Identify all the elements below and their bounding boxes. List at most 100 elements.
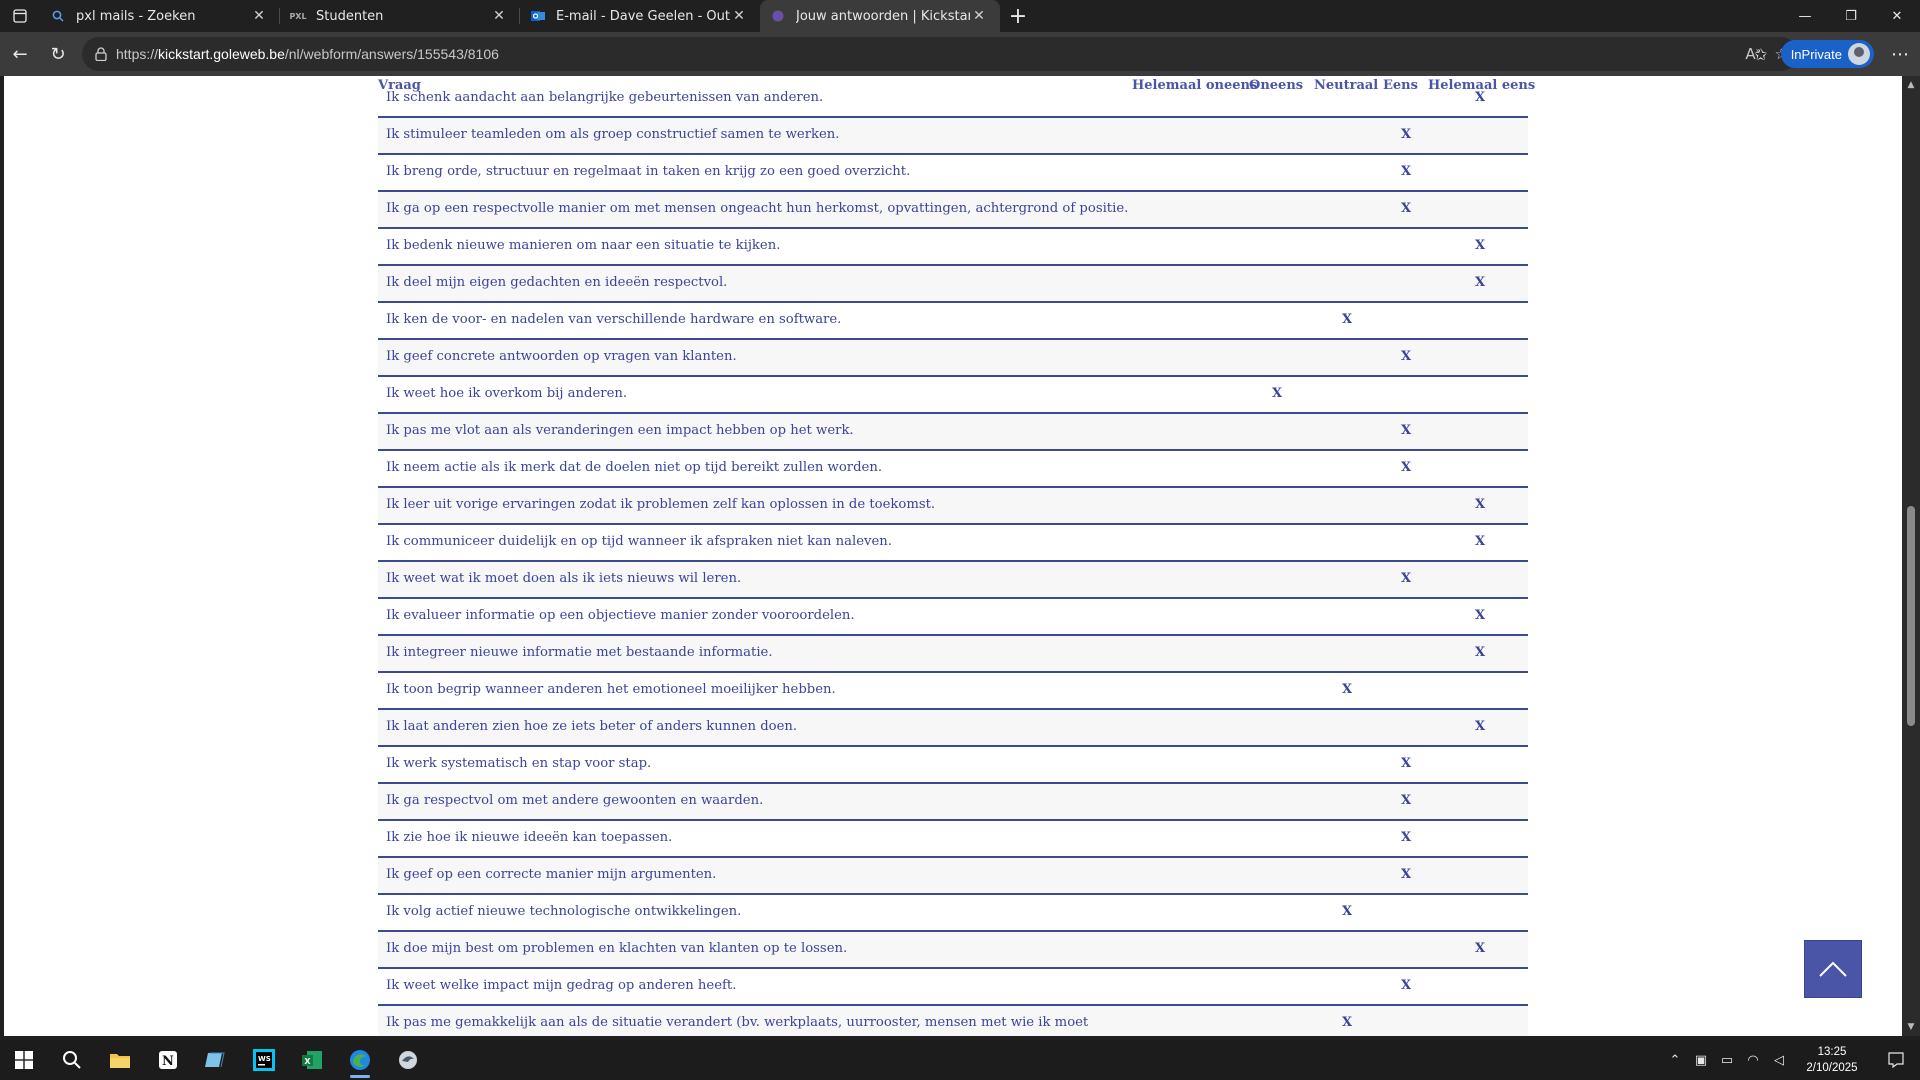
svg-text:X: X (304, 1057, 311, 1066)
table-row: Ik evalueer informatie op een objectieve… (378, 599, 1528, 636)
tab-title: Jouw antwoorden | Kickstart - Len (796, 8, 970, 24)
tab-pxl-mails[interactable]: pxl mails - Zoeken ✕ (40, 0, 280, 32)
table-row: Ik geef concrete antwoorden op vragen va… (378, 340, 1528, 377)
favorites-icon: ✩ (1753, 44, 1768, 64)
tab-actions-button[interactable] (0, 0, 40, 32)
tab-outlook[interactable]: E-mail - Dave Geelen - Outlook ✕ (520, 0, 760, 32)
table-row: Ik ga op een respectvolle manier om met … (378, 192, 1528, 229)
tab-studenten[interactable]: PXL Studenten ✕ (280, 0, 520, 32)
outlook-icon (530, 8, 546, 24)
notion-button[interactable]: N (144, 1040, 192, 1080)
more-menu-button[interactable]: ⋯ (1880, 32, 1920, 76)
url-text: https://kickstart.goleweb.be/nl/webform/… (116, 46, 499, 62)
scroll-down-icon[interactable]: ▼ (1902, 1020, 1920, 1034)
tab-actions-icon (13, 9, 27, 23)
scroll-up-icon[interactable]: ▲ (1902, 78, 1920, 92)
file-explorer-button[interactable] (96, 1040, 144, 1080)
tab-title: pxl mails - Zoeken (76, 8, 196, 24)
table-row: Ik ga respectvol om met andere gewoonten… (378, 784, 1528, 821)
close-tab-icon[interactable]: ✕ (490, 7, 508, 25)
meet-icon[interactable]: ▣ (1688, 1040, 1714, 1080)
answer-mark-helemaal-eens: X (1474, 534, 1486, 549)
question-text: Ik bedenk nieuwe manieren om naar een si… (386, 238, 781, 253)
table-row: Ik pas me gemakkelijk aan als de situati… (378, 1006, 1528, 1036)
clock[interactable]: 13:25 2/10/2025 (1792, 1044, 1872, 1076)
address-bar[interactable]: https://kickstart.goleweb.be/nl/webform/… (82, 37, 1798, 71)
chevron-up-icon[interactable]: ⌃ (1662, 1040, 1688, 1080)
folder-icon (110, 1054, 130, 1068)
window-controls: — ❐ ✕ (1782, 0, 1920, 32)
table-row: Ik weet wat ik moet doen als ik iets nie… (378, 562, 1528, 599)
question-text: Ik doe mijn best om problemen en klachte… (386, 941, 848, 956)
question-text: Ik ga respectvol om met andere gewoonten… (386, 793, 764, 808)
dictation-app-button[interactable] (192, 1040, 240, 1080)
excel-icon: X (302, 1051, 322, 1069)
table-row: Ik ken de voor- en nadelen van verschill… (378, 303, 1528, 340)
edge-button[interactable] (336, 1040, 384, 1080)
lock-icon[interactable] (86, 47, 116, 61)
table-row: Ik geef op een correcte manier mijn argu… (378, 858, 1528, 895)
answer-mark-helemaal-eens: X (1474, 275, 1486, 290)
minimize-button[interactable]: — (1782, 0, 1828, 32)
avatar-icon (1848, 43, 1870, 65)
table-row: Ik neem actie als ik merk dat de doelen … (378, 451, 1528, 488)
table-row: Ik pas me vlot aan als veranderingen een… (378, 414, 1528, 451)
answer-mark-neutraal: X (1341, 1015, 1353, 1030)
answer-mark-neutraal: X (1341, 682, 1353, 697)
close-tab-icon[interactable]: ✕ (730, 7, 748, 25)
pinned-app-button[interactable] (384, 1040, 432, 1080)
wifi-icon[interactable]: ◠ (1740, 1040, 1766, 1080)
answer-mark-neutraal: X (1341, 312, 1353, 327)
vertical-scrollbar[interactable]: ▲ ▼ (1902, 76, 1920, 1036)
browser-toolbar: ← ↻ https://kickstart.goleweb.be/nl/webf… (0, 32, 1920, 76)
back-button[interactable]: ← (2, 36, 38, 72)
restore-button[interactable]: ❐ (1828, 0, 1874, 32)
question-text: Ik toon begrip wanneer anderen het emoti… (386, 682, 836, 697)
close-tab-icon[interactable]: ✕ (250, 7, 268, 25)
question-text: Ik volg actief nieuwe technologische ont… (386, 904, 742, 919)
notepad-icon (205, 1052, 225, 1068)
notification-icon (1888, 1052, 1904, 1068)
table-row: Ik integreer nieuwe informatie met besta… (378, 636, 1528, 673)
refresh-button[interactable]: ↻ (40, 36, 76, 72)
table-row: Ik toon begrip wanneer anderen het emoti… (378, 673, 1528, 710)
answer-mark-helemaal-eens: X (1474, 608, 1486, 623)
notifications-button[interactable] (1872, 1040, 1920, 1080)
question-text: Ik communiceer duidelijk en op tijd wann… (386, 534, 892, 549)
table-row: Ik leer uit vorige ervaringen zodat ik p… (378, 488, 1528, 525)
answer-mark-eens: X (1400, 349, 1412, 364)
answer-mark-eens: X (1400, 571, 1412, 586)
speaker-icon[interactable]: ◁ (1766, 1040, 1792, 1080)
page-viewport: Ik schenk aandacht aan belangrijke gebeu… (4, 76, 1902, 1036)
header-helemaal-oneens: Helemaal oneens (1132, 78, 1258, 93)
system-tray: ⌃ ▣ ▭ ◠ ◁ 13:25 2/10/2025 (1662, 1040, 1920, 1080)
webstorm-icon: WS (253, 1049, 275, 1071)
answer-mark-eens: X (1400, 867, 1412, 882)
favorites-button[interactable]: ✩ (1741, 32, 1781, 76)
battery-icon[interactable]: ▭ (1714, 1040, 1740, 1080)
table-header: Vraag Helemaal oneens Oneens Neutraal Ee… (378, 76, 1535, 94)
header-neutraal: Neutraal (1314, 78, 1379, 93)
excel-button[interactable]: X (288, 1040, 336, 1080)
tab-kickstart[interactable]: Jouw antwoorden | Kickstart - Len ✕ (760, 0, 1000, 32)
close-tab-icon[interactable]: ✕ (970, 7, 988, 25)
search-button[interactable] (48, 1040, 96, 1080)
bird-app-icon (399, 1051, 417, 1069)
answer-mark-neutraal: X (1341, 904, 1353, 919)
answer-mark-helemaal-eens: X (1474, 941, 1486, 956)
tab-title: E-mail - Dave Geelen - Outlook (556, 8, 730, 24)
webstorm-button[interactable]: WS (240, 1040, 288, 1080)
new-tab-button[interactable]: + (1000, 0, 1036, 32)
back-to-top-button[interactable] (1804, 940, 1862, 998)
taskbar: N WS X ⌃ ▣ ▭ ◠ ◁ 13:25 2/10/2025 (0, 1040, 1920, 1080)
start-button[interactable] (0, 1040, 48, 1080)
close-window-button[interactable]: ✕ (1874, 0, 1920, 32)
table-row: Ik weet hoe ik overkom bij anderen. X (378, 377, 1528, 414)
scrollbar-thumb[interactable] (1907, 506, 1915, 726)
url-host: kickstart.goleweb.be (158, 46, 285, 62)
question-text: Ik pas me gemakkelijk aan als de situati… (386, 1015, 1089, 1030)
plus-icon: + (1008, 3, 1028, 29)
table-row: Ik laat anderen zien hoe ze iets beter o… (378, 710, 1528, 747)
notion-icon: N (159, 1051, 177, 1069)
inprivate-badge[interactable]: InPrivate (1780, 40, 1874, 68)
